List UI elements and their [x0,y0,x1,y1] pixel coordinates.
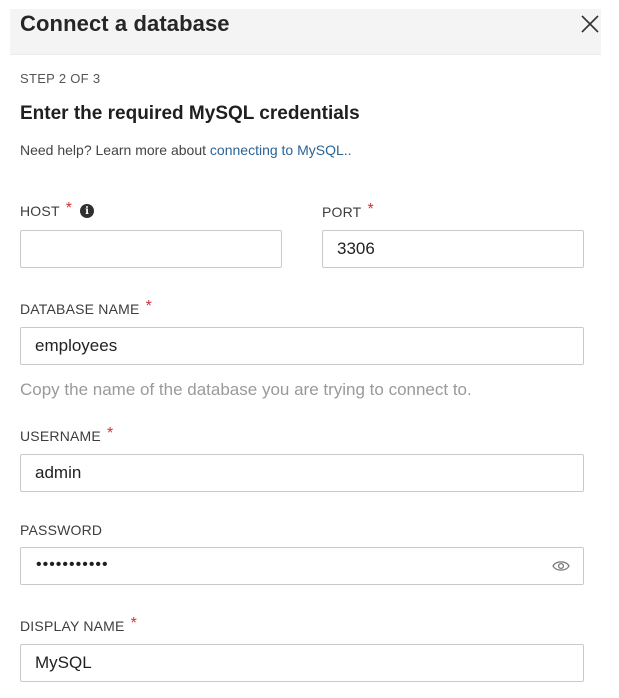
info-icon[interactable]: i [80,204,95,218]
help-prefix: Need help? Learn more about [20,142,210,158]
port-input[interactable] [323,231,583,267]
close-icon [581,15,599,33]
username-field[interactable] [20,454,584,492]
username-input[interactable] [21,455,583,491]
database-name-input[interactable] [21,328,583,364]
display-name-label-text: DISPLAY NAME [20,618,125,634]
password-field[interactable]: ••••••••••• [20,547,584,585]
display-name-field[interactable] [20,644,584,682]
required-marker: * [65,200,73,217]
eye-icon[interactable] [552,559,570,573]
database-name-hint: Copy the name of the database you are tr… [20,380,472,399]
port-label-text: PORT [322,204,362,220]
dialog-header: Connect a database [10,9,601,55]
close-button[interactable] [578,12,602,36]
password-label: PASSWORD [20,522,102,538]
password-label-text: PASSWORD [20,522,103,538]
step-indicator: STEP 2 OF 3 [20,71,101,86]
host-label: HOST * i [20,200,95,220]
display-name-label: DISPLAY NAME * [20,615,138,635]
port-label: PORT * [322,201,374,221]
database-name-label-text: DATABASE NAME [20,301,140,317]
host-input[interactable] [21,231,281,267]
required-marker: * [367,201,374,218]
help-text: Need help? Learn more about connecting t… [20,142,352,158]
help-link[interactable]: connecting to MySQL.. [210,142,352,158]
required-marker: * [106,425,114,442]
username-label: USERNAME * [20,425,114,445]
database-name-label: DATABASE NAME * [20,298,152,318]
required-marker: * [130,615,138,632]
section-title: Enter the required MySQL credentials [20,103,360,124]
username-label-text: USERNAME [20,428,101,444]
password-masked-value: ••••••••••• [36,556,109,573]
database-name-field[interactable] [20,327,584,365]
dialog-title: Connect a database [20,11,230,36]
host-field[interactable] [20,230,282,268]
host-label-text: HOST [20,203,60,219]
required-marker: * [145,298,152,315]
display-name-input[interactable] [21,645,583,681]
port-field[interactable] [322,230,584,268]
